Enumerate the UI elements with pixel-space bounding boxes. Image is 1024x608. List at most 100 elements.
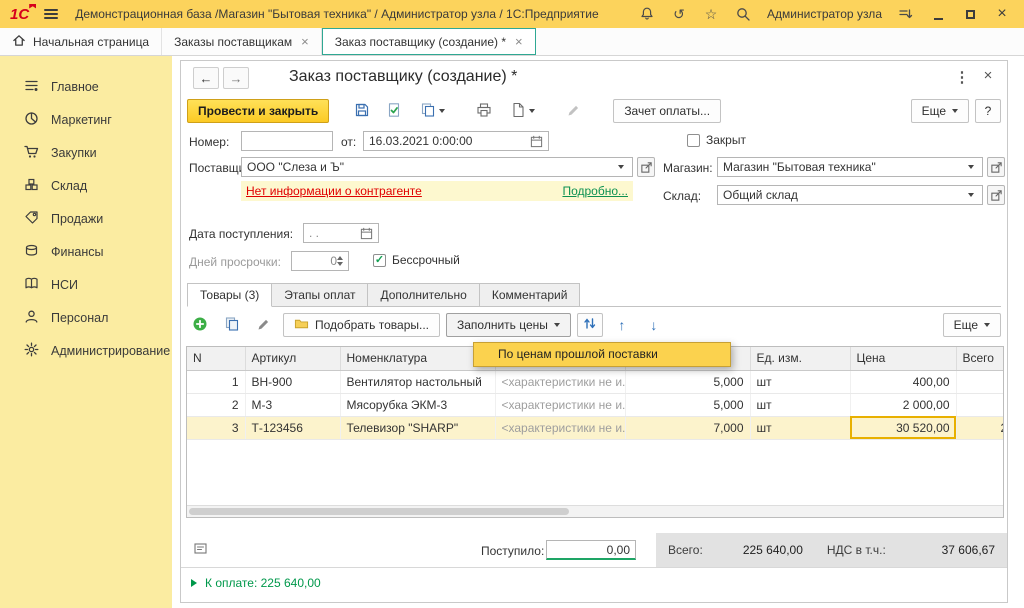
maximize-button[interactable] <box>958 3 982 25</box>
reorder-button[interactable] <box>577 313 603 337</box>
items-more-button[interactable]: Еще <box>943 313 1001 337</box>
received-input[interactable]: 0,00 <box>546 540 636 560</box>
history-icon[interactable]: ↺ <box>667 3 691 25</box>
closed-checkbox[interactable]: Закрыт <box>687 133 746 147</box>
offset-payment-button[interactable]: Зачет оплаты... <box>613 99 721 123</box>
favorites-star-icon[interactable]: ☆ <box>699 3 723 25</box>
tab-home[interactable]: Начальная страница <box>0 28 162 55</box>
create-based-on-button[interactable] <box>413 99 451 123</box>
sidebar-item-administration[interactable]: Администрирование <box>0 334 172 367</box>
table-row[interactable]: 1 ВН-900 Вентилятор настольный <характер… <box>187 370 1004 393</box>
overdue-days-input[interactable]: 0 <box>291 251 349 271</box>
chevron-down-icon[interactable] <box>615 158 627 176</box>
tab-supplier-orders-list[interactable]: Заказы поставщикам × <box>162 28 322 55</box>
calendar-icon[interactable] <box>530 135 543 148</box>
store-combo[interactable]: Магазин "Бытовая техника" <box>717 157 983 177</box>
perpetual-checkbox[interactable]: ✓ Бессрочный <box>373 253 460 267</box>
col-header-article[interactable]: Артикул <box>245 347 340 370</box>
col-header-total[interactable]: Всего <box>956 347 1004 370</box>
copy-row-button[interactable] <box>219 313 245 337</box>
col-header-n[interactable]: N <box>187 347 245 370</box>
sidebar-item-finance[interactable]: Финансы <box>0 235 172 268</box>
pick-goods-button[interactable]: Подобрать товары... <box>283 313 440 337</box>
number-input[interactable] <box>241 131 333 151</box>
tab-payment-stages[interactable]: Этапы оплат <box>272 283 368 307</box>
post-and-close-button[interactable]: Провести и закрыть <box>187 99 329 123</box>
supplier-open-button[interactable] <box>637 157 655 177</box>
move-down-button[interactable]: ↓ <box>641 313 667 337</box>
col-header-nomenclature[interactable]: Номенклатура <box>340 347 495 370</box>
attached-files-button[interactable] <box>503 99 541 123</box>
sidebar-item-nsi[interactable]: НСИ <box>0 268 172 301</box>
minimize-button[interactable] <box>926 3 950 25</box>
tab-supplier-order-create[interactable]: Заказ поставщику (создание) * × <box>322 28 536 55</box>
current-user-name[interactable]: Администратор узла <box>767 7 882 21</box>
file-icon <box>510 102 526 121</box>
store-label: Магазин: <box>663 161 713 175</box>
reference-book-icon <box>24 276 39 294</box>
col-header-unit[interactable]: Ед. изм. <box>750 347 850 370</box>
close-icon[interactable]: × <box>515 34 523 49</box>
add-row-button[interactable] <box>187 313 213 337</box>
post-document-button[interactable] <box>381 99 407 123</box>
fill-prices-button[interactable]: Заполнить цены <box>446 313 571 337</box>
tab-goods[interactable]: Товары (3) <box>187 283 272 307</box>
sidebar-item-label: Персонал <box>51 311 108 325</box>
counterparty-warning-link[interactable]: Нет информации о контрагенте <box>246 184 422 198</box>
note-icon <box>193 541 208 559</box>
notifications-bell-icon[interactable] <box>635 3 659 25</box>
back-button[interactable]: ← <box>193 67 219 89</box>
print-button[interactable] <box>471 99 497 123</box>
document-footer: Поступило: 0,00 Всего: 225 640,00 НДС в … <box>181 533 1007 567</box>
close-icon[interactable]: × <box>301 34 309 49</box>
store-open-button[interactable] <box>987 157 1005 177</box>
details-link[interactable]: Подробно... <box>562 184 628 198</box>
sidebar-item-label: Маркетинг <box>51 113 112 127</box>
sidebar-item-warehouse[interactable]: Склад <box>0 169 172 202</box>
horizontal-scrollbar[interactable] <box>187 505 1003 517</box>
help-button[interactable]: ? <box>975 99 1001 123</box>
supplier-combo[interactable]: ООО "Слеза и Ъ" <box>241 157 633 177</box>
sidebar-item-marketing[interactable]: Маркетинг <box>0 103 172 136</box>
warehouse-open-button[interactable] <box>987 185 1005 205</box>
to-pay-row: К оплате: 225 640,00 <box>181 567 1007 597</box>
edit-row-button[interactable] <box>251 313 277 337</box>
forward-button[interactable]: → <box>223 67 249 89</box>
date-input[interactable]: 16.03.2021 0:00:00 <box>363 131 549 151</box>
close-window-button[interactable]: × <box>990 3 1014 25</box>
sidebar-item-main[interactable]: Главное <box>0 70 172 103</box>
table-row-selected[interactable]: 3 Т-123456 Телевизор "SHARP" <характерис… <box>187 416 1004 439</box>
sidebar-item-personnel[interactable]: Персонал <box>0 301 172 334</box>
more-vertical-icon[interactable]: ⋮ <box>953 68 971 86</box>
move-up-button[interactable]: ↑ <box>609 313 635 337</box>
arrow-up-icon: ↑ <box>618 317 625 333</box>
spinner-buttons[interactable] <box>337 256 343 266</box>
main-menu-icon[interactable] <box>41 6 61 22</box>
table-row[interactable]: 2 М-3 Мясорубка ЭКМ-3 <характеристики не… <box>187 393 1004 416</box>
scrollbar-thumb[interactable] <box>189 508 569 515</box>
titlebar: 1С Демонстрационная база /Магазин "Бытов… <box>0 0 1024 28</box>
chevron-down-icon[interactable] <box>965 186 977 204</box>
connection-speed-icon[interactable] <box>894 3 918 25</box>
warehouse-combo[interactable]: Общий склад <box>717 185 983 205</box>
sidebar-item-purchases[interactable]: Закупки <box>0 136 172 169</box>
receipt-date-input[interactable]: . . <box>303 223 379 243</box>
comment-button[interactable] <box>187 538 213 562</box>
sidebar-item-sales[interactable]: Продажи <box>0 202 172 235</box>
save-button[interactable] <box>349 99 375 123</box>
vat-value: 37 606,67 <box>942 543 995 557</box>
more-button[interactable]: Еще <box>911 99 969 123</box>
to-pay-link[interactable]: К оплате: 225 640,00 <box>205 576 321 590</box>
col-header-price[interactable]: Цена <box>850 347 956 370</box>
sort-arrows-icon <box>582 316 597 334</box>
home-icon <box>12 33 26 50</box>
gear-icon <box>24 342 39 360</box>
close-document-button[interactable]: × <box>979 67 997 84</box>
chevron-right-icon[interactable] <box>191 579 197 587</box>
tab-additional[interactable]: Дополнительно <box>368 283 479 307</box>
chevron-down-icon[interactable] <box>965 158 977 176</box>
menu-item-last-delivery-prices[interactable]: По ценам прошлой поставки <box>474 343 730 366</box>
tab-comment[interactable]: Комментарий <box>480 283 581 307</box>
search-icon[interactable] <box>731 3 755 25</box>
calendar-icon[interactable] <box>360 227 373 240</box>
